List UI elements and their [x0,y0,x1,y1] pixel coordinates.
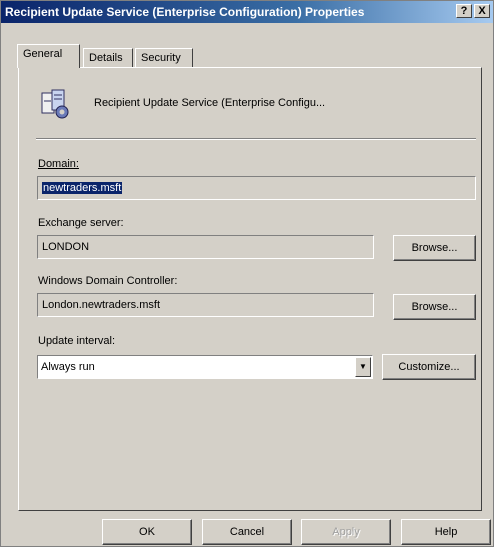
divider [36,138,476,140]
domain-controller-browse-label: Browse... [411,301,458,313]
ok-button[interactable]: OK [102,519,192,545]
tab-security[interactable]: Security [135,48,193,68]
exchange-server-browse-label: Browse... [411,242,458,254]
update-interval-value: Always run [41,361,95,373]
cancel-label: Cancel [229,526,265,538]
domain-label-text: Domain: [38,158,79,170]
domain-controller-label: Windows Domain Controller: [38,275,178,287]
service-name: Recipient Update Service (Enterprise Con… [94,97,326,109]
tab-general[interactable]: General [17,44,80,68]
tab-details[interactable]: Details [83,48,133,68]
close-icon[interactable]: X [474,4,490,18]
exchange-server-browse-button[interactable]: Browse... [393,235,476,261]
help-label: Help [434,526,458,538]
domain-controller-field[interactable]: London.newtraders.msft [37,293,374,317]
update-interval-label: Update interval: [38,335,116,347]
customize-label: Customize... [398,361,460,373]
customize-button[interactable]: Customize... [382,354,476,380]
domain-label: Domain: [38,158,79,170]
domain-controller-browse-button[interactable]: Browse... [393,294,476,320]
update-interval-select[interactable]: Always run ▼ [37,355,373,379]
help-icon[interactable]: ? [456,4,472,18]
apply-button[interactable]: Apply [301,519,391,545]
apply-label: Apply [332,526,360,538]
domain-value: newtraders.msft [42,182,123,194]
domain-field[interactable]: newtraders.msft [37,176,476,200]
general-tab-panel [18,67,482,511]
recipient-update-service-icon [41,89,69,119]
cancel-button[interactable]: Cancel [202,519,292,545]
help-button[interactable]: Help [401,519,491,545]
title-bar[interactable]: Recipient Update Service (Enterprise Con… [1,1,493,23]
exchange-server-label: Exchange server: [38,217,124,229]
window-title: Recipient Update Service (Enterprise Con… [5,5,365,19]
chevron-down-icon[interactable]: ▼ [355,357,371,377]
ok-label: OK [139,526,155,538]
properties-dialog: Recipient Update Service (Enterprise Con… [0,0,494,547]
exchange-server-field[interactable]: LONDON [37,235,374,259]
